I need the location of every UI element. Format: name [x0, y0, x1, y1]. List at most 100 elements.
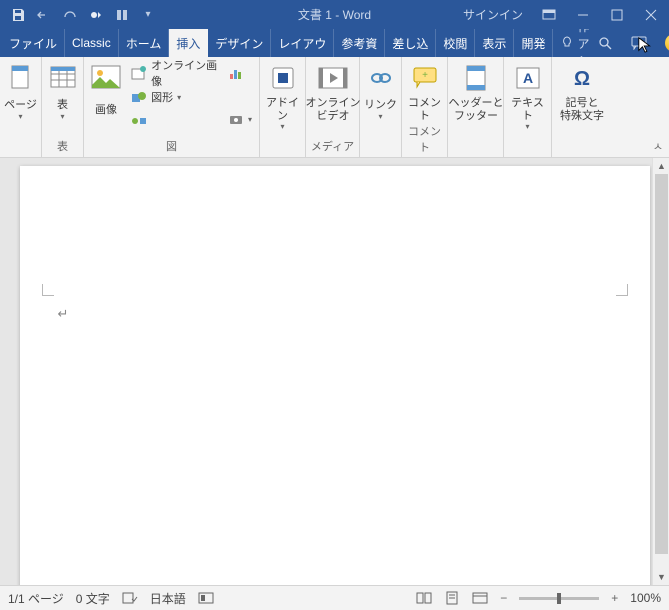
margin-corner-tl	[42, 284, 54, 296]
group-comments: + コメント コメント	[402, 57, 448, 157]
tab-insert[interactable]: 挿入	[169, 29, 208, 57]
tab-references[interactable]: 参考資	[334, 29, 385, 57]
zoom-out-button[interactable]: −	[500, 591, 507, 605]
online-pictures-button[interactable]: オンライン画像	[128, 62, 221, 84]
search-icon[interactable]	[597, 35, 613, 51]
table-button[interactable]: 表▾	[46, 60, 79, 123]
feedback-icon[interactable]	[665, 34, 669, 52]
link-icon	[365, 62, 397, 94]
read-mode-icon[interactable]	[416, 590, 432, 606]
qat-item-icon[interactable]	[88, 7, 104, 23]
online-video-label: オンライン ビデオ	[306, 97, 361, 123]
zoom-level[interactable]: 100%	[630, 591, 661, 605]
macro-icon[interactable]	[198, 590, 214, 606]
group-header-footer: ヘッダーと フッター	[448, 57, 504, 157]
scroll-up-icon[interactable]: ▲	[653, 158, 669, 174]
zoom-slider[interactable]	[519, 597, 599, 600]
minimize-icon[interactable]	[575, 7, 591, 23]
scroll-down-icon[interactable]: ▼	[653, 569, 669, 585]
header-footer-label: ヘッダーと フッター	[449, 97, 504, 123]
addins-icon	[267, 62, 299, 94]
group-pages: ページ▾	[0, 57, 42, 157]
margin-corner-tr	[616, 284, 628, 296]
group-media: オンライン ビデオ メディア	[306, 57, 360, 157]
status-bar: 1/1 ページ 0 文字 日本語 − + 100%	[0, 585, 669, 610]
language[interactable]: 日本語	[150, 590, 186, 607]
ribbon-tabs: ファイル Classic ホーム 挿入 デザイン レイアウ 参考資 差し込 校閲…	[0, 29, 669, 57]
ribbon-display-icon[interactable]	[541, 7, 557, 23]
pages-button[interactable]: ページ▾	[4, 60, 37, 123]
pages-label: ページ	[4, 99, 37, 112]
chart-button[interactable]	[225, 62, 255, 84]
pictures-label: 画像	[95, 104, 117, 117]
shapes-button[interactable]: 図形 ▾	[128, 86, 221, 108]
tab-view[interactable]: 表示	[475, 29, 514, 57]
print-layout-icon[interactable]	[444, 590, 460, 606]
collapse-ribbon-icon[interactable]: ㅅ	[653, 138, 663, 154]
title-bar: ▾ 文書 1 - Word サインイン	[0, 0, 669, 29]
tab-home[interactable]: ホーム	[119, 29, 170, 57]
text-button[interactable]: A テキスト▾	[508, 60, 547, 131]
chart-icon	[228, 65, 244, 81]
document-page[interactable]: ↵	[20, 166, 650, 585]
save-icon[interactable]	[10, 7, 26, 23]
word-count[interactable]: 0 文字	[76, 590, 110, 607]
zoom-in-button[interactable]: +	[611, 591, 618, 605]
group-tables: 表▾ 表	[42, 57, 84, 157]
tab-classic[interactable]: Classic	[65, 29, 119, 57]
tab-layout[interactable]: レイアウ	[271, 29, 334, 57]
pictures-button[interactable]: 画像	[88, 60, 124, 123]
tab-developer[interactable]: 開発	[514, 29, 553, 57]
addins-button[interactable]: アドイン▾	[264, 60, 301, 131]
comments-group-label: コメント	[406, 123, 443, 157]
textbox-icon: A	[512, 62, 544, 94]
page-count[interactable]: 1/1 ページ	[8, 590, 64, 607]
smartart-button[interactable]	[128, 110, 221, 132]
comment-button[interactable]: + コメント	[406, 60, 443, 123]
addins-label: アドイン	[264, 97, 301, 122]
tab-design[interactable]: デザイン	[208, 29, 271, 57]
vertical-scrollbar[interactable]: ▲ ▼	[652, 158, 669, 585]
screenshot-button[interactable]: ▾	[225, 108, 255, 130]
spellcheck-icon[interactable]	[122, 590, 138, 606]
lightbulb-icon	[561, 36, 573, 50]
web-layout-icon[interactable]	[472, 590, 488, 606]
page-icon	[5, 62, 37, 94]
tell-me-search[interactable]: 操作アシス	[553, 29, 597, 57]
links-button[interactable]: リンク▾	[364, 60, 397, 123]
redo-icon[interactable]	[62, 7, 78, 23]
maximize-icon[interactable]	[609, 7, 625, 23]
document-area: ↵	[0, 158, 669, 585]
qat-customize-icon[interactable]: ▾	[140, 7, 156, 23]
screenshot-icon	[228, 111, 244, 127]
online-pictures-label: オンライン画像	[151, 57, 218, 89]
signin-link[interactable]: サインイン	[463, 6, 523, 23]
scroll-thumb[interactable]	[655, 174, 668, 554]
tab-mailings[interactable]: 差し込	[385, 29, 436, 57]
table-icon	[47, 62, 79, 94]
online-pictures-icon	[131, 65, 147, 81]
close-icon[interactable]	[643, 7, 659, 23]
shapes-label: 図形	[151, 89, 173, 105]
tab-review[interactable]: 校閲	[436, 29, 475, 57]
tab-file[interactable]: ファイル	[2, 29, 65, 57]
table-label: 表	[57, 99, 68, 112]
comment-icon: +	[409, 62, 441, 94]
smartart-icon	[131, 113, 147, 129]
group-addins: アドイン▾	[260, 57, 306, 157]
group-text: A テキスト▾	[504, 57, 552, 157]
online-video-button[interactable]: オンライン ビデオ	[310, 60, 356, 123]
svg-text:Ω: Ω	[574, 68, 590, 90]
comments-icon[interactable]	[631, 35, 647, 51]
undo-icon[interactable]	[36, 7, 52, 23]
header-footer-button[interactable]: ヘッダーと フッター	[452, 60, 500, 123]
window-title: 文書 1 - Word	[298, 6, 371, 23]
qat-item2-icon[interactable]	[114, 7, 130, 23]
illustrations-group-label: 図	[88, 138, 255, 156]
paragraph-mark: ↵	[58, 306, 69, 322]
quick-access-toolbar: ▾	[0, 7, 156, 23]
picture-icon	[90, 62, 122, 94]
group-illustrations: 画像 オンライン画像 図形 ▾ ▾	[84, 57, 260, 157]
svg-text:+: +	[422, 70, 428, 81]
symbols-button[interactable]: Ω 記号と 特殊文字	[556, 60, 608, 123]
